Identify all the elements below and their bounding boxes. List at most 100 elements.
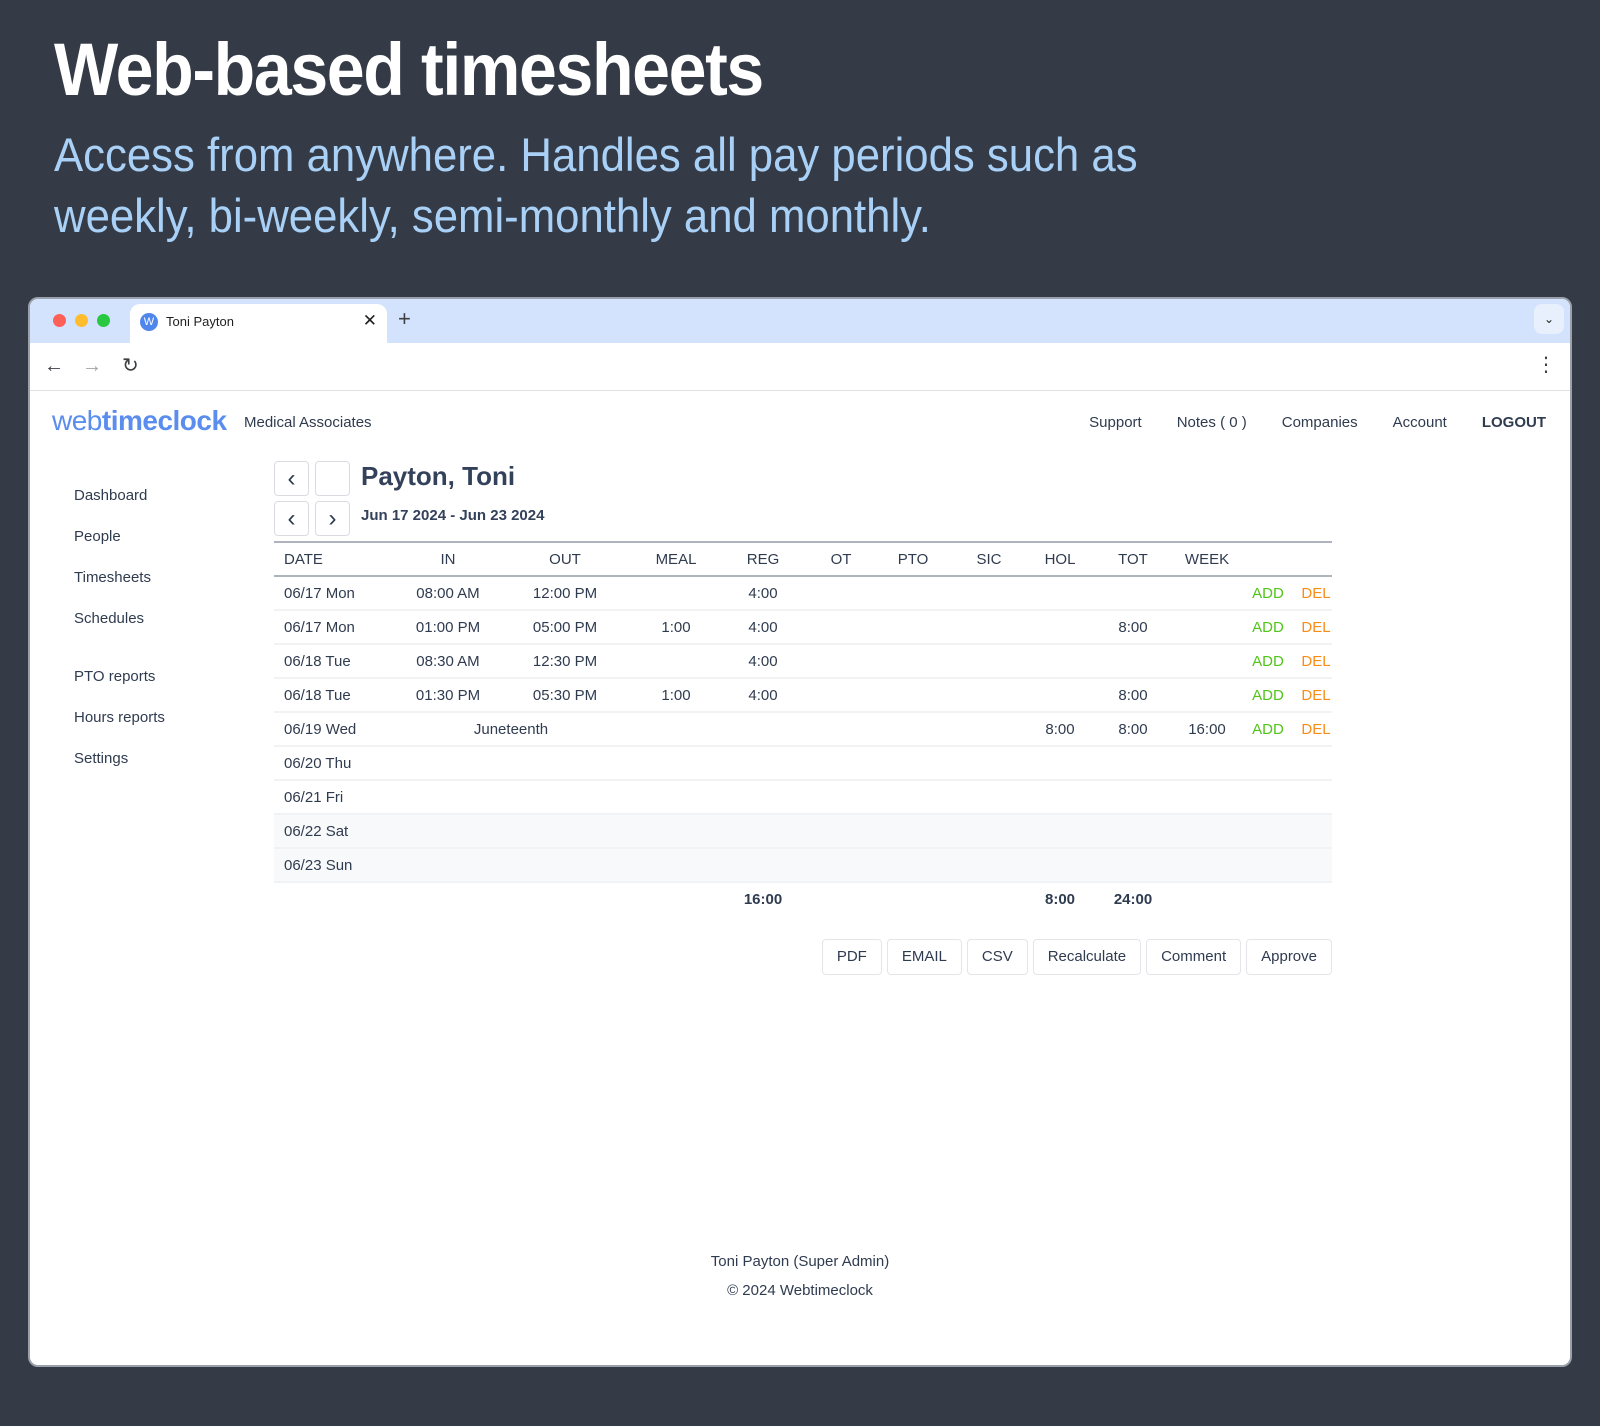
cell-tot xyxy=(1088,780,1178,815)
table-header-row: DATE IN OUT MEAL REG OT PTO SIC HOL TOT … xyxy=(274,541,1332,577)
cell-ot xyxy=(802,814,880,849)
table-row: 06/21 Fri xyxy=(274,780,1332,815)
csv-button[interactable]: CSV xyxy=(966,939,1028,975)
footer-user: Toni Payton (Super Admin) xyxy=(710,1253,890,1270)
approve-button[interactable]: Approve xyxy=(1246,939,1332,975)
add-entry-link[interactable]: ADD xyxy=(1252,619,1284,636)
delete-entry-link[interactable]: DEL xyxy=(1301,687,1330,704)
cell-hol xyxy=(1032,678,1088,713)
total-out xyxy=(502,882,628,916)
cell-sic xyxy=(946,814,1032,849)
cell-pto xyxy=(880,746,946,781)
cell-date: 06/21 Fri xyxy=(274,780,394,815)
cell-pto xyxy=(880,644,946,679)
action-buttons: PDF EMAIL CSV Recalculate Comment Approv… xyxy=(821,939,1332,975)
cell-ot xyxy=(802,644,880,679)
delete-entry-link[interactable]: DEL xyxy=(1301,721,1330,738)
browser-tab[interactable]: W Toni Payton ✕ xyxy=(130,304,387,343)
delete-entry-link[interactable]: DEL xyxy=(1301,619,1330,636)
cell-ot xyxy=(802,780,880,815)
cell-sic xyxy=(946,678,1032,713)
cell-ot xyxy=(802,848,880,883)
cell-in: 08:30 AM xyxy=(394,644,502,679)
sidebar-item-dashboard[interactable]: Dashboard xyxy=(74,487,165,528)
sidebar-item-timesheets[interactable]: Timesheets xyxy=(74,569,165,610)
total-hol: 8:00 xyxy=(1044,891,1076,908)
new-tab-icon[interactable]: + xyxy=(398,306,411,332)
sidebar-item-settings[interactable]: Settings xyxy=(74,750,165,791)
logo[interactable]: webtimeclock xyxy=(52,405,227,437)
nav-logout[interactable]: LOGOUT xyxy=(1482,414,1546,431)
sidebar-item-schedules[interactable]: Schedules xyxy=(74,610,165,651)
reload-icon[interactable]: ↻ xyxy=(122,354,139,378)
table-row: 06/20 Thu xyxy=(274,746,1332,781)
pay-period: Jun 17 2024 - Jun 23 2024 xyxy=(361,507,545,524)
add-entry-link[interactable]: ADD xyxy=(1252,585,1284,602)
add-entry-link[interactable]: ADD xyxy=(1252,653,1284,670)
back-arrow-icon[interactable]: ← xyxy=(44,354,64,378)
total-meal xyxy=(628,882,724,916)
nav-support[interactable]: Support xyxy=(1089,414,1142,431)
prev-employee-button[interactable]: ‹ xyxy=(274,461,309,496)
tab-search-chevron-icon[interactable]: ⌄ xyxy=(1534,304,1564,334)
cell-del xyxy=(1300,848,1332,883)
company-name: Medical Associates xyxy=(244,414,372,431)
cell-date: 06/17 Mon xyxy=(274,610,394,645)
nav-companies[interactable]: Companies xyxy=(1282,414,1358,431)
minimize-window-button[interactable] xyxy=(75,314,88,327)
cell-holiday: Juneteenth xyxy=(394,712,628,747)
cell-reg xyxy=(724,712,802,747)
col-del xyxy=(1300,541,1332,577)
delete-entry-link[interactable]: DEL xyxy=(1301,653,1330,670)
cell-in xyxy=(394,814,502,849)
comment-button[interactable]: Comment xyxy=(1146,939,1242,975)
cell-sic xyxy=(946,712,1032,747)
prev-period-button[interactable]: ‹ xyxy=(274,501,309,536)
email-button[interactable]: EMAIL xyxy=(886,939,962,975)
nav-account[interactable]: Account xyxy=(1393,414,1447,431)
cell-meal xyxy=(628,848,724,883)
cell-in: 01:30 PM xyxy=(394,678,502,713)
cell-hol xyxy=(1032,780,1088,815)
nav-notes[interactable]: Notes ( 0 ) xyxy=(1177,414,1247,431)
sidebar-item-hours-reports[interactable]: Hours reports xyxy=(74,709,165,750)
cell-add xyxy=(1236,746,1300,781)
cell-date: 06/23 Sun xyxy=(274,848,394,883)
forward-arrow-icon[interactable]: → xyxy=(82,354,102,378)
sidebar-item-pto-reports[interactable]: PTO reports xyxy=(74,668,165,709)
cell-out xyxy=(502,848,628,883)
col-week: WEEK xyxy=(1178,541,1236,577)
cell-pto xyxy=(880,712,946,747)
cell-tot xyxy=(1088,814,1178,849)
cell-week xyxy=(1178,746,1236,781)
next-employee-button[interactable] xyxy=(315,461,350,496)
table-row: 06/18 Tue 01:30 PM 05:30 PM 1:00 4:00 8:00 ADD… xyxy=(274,678,1332,713)
pdf-button[interactable]: PDF xyxy=(821,939,882,975)
cell-meal xyxy=(628,576,724,611)
cell-add xyxy=(1236,848,1300,883)
table-row: 06/23 Sun xyxy=(274,848,1332,883)
maximize-window-button[interactable] xyxy=(97,314,110,327)
add-entry-link[interactable]: ADD xyxy=(1252,687,1284,704)
cell-add xyxy=(1236,814,1300,849)
cell-meal xyxy=(628,712,724,747)
footer: Toni Payton (Super Admin) © 2024 Webtime… xyxy=(30,1247,1570,1305)
col-pto: PTO xyxy=(880,541,946,577)
cell-date: 06/22 Sat xyxy=(274,814,394,849)
browser-toolbar: ← → ↻ ⋮ xyxy=(30,343,1570,391)
next-period-button[interactable]: › xyxy=(315,501,350,536)
col-hol: HOL xyxy=(1032,541,1088,577)
table-row: 06/19 Wed Juneteenth 8:00 8:00 16:00 ADD DEL xyxy=(274,712,1332,747)
total-sic xyxy=(946,882,1032,916)
total-week xyxy=(1178,882,1236,916)
cell-pto xyxy=(880,678,946,713)
add-entry-link[interactable]: ADD xyxy=(1252,721,1284,738)
recalculate-button[interactable]: Recalculate xyxy=(1032,939,1142,975)
browser-menu-icon[interactable]: ⋮ xyxy=(1536,353,1556,377)
cell-in: 08:00 AM xyxy=(394,576,502,611)
cell-sic xyxy=(946,746,1032,781)
close-tab-icon[interactable]: ✕ xyxy=(363,311,377,331)
sidebar-item-people[interactable]: People xyxy=(74,528,165,569)
delete-entry-link[interactable]: DEL xyxy=(1301,585,1330,602)
close-window-button[interactable] xyxy=(53,314,66,327)
